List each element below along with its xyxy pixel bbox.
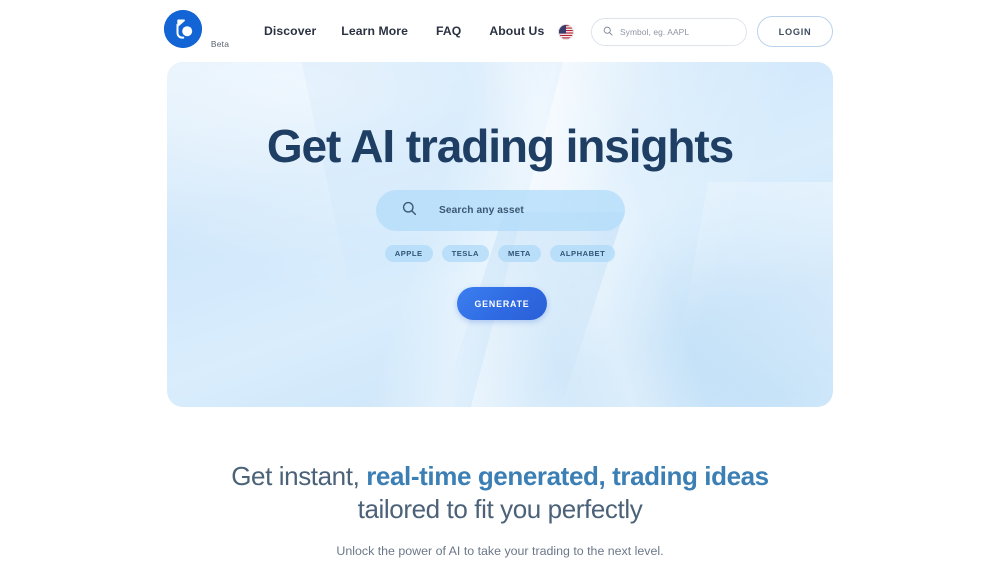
asset-chip-tesla[interactable]: TESLA (441, 245, 489, 262)
asset-chip-alphabet[interactable]: ALPHABET (549, 245, 616, 262)
section-heading: Get instant, real-time generated, tradin… (0, 460, 1000, 526)
suggested-assets: APPLE TESLA META ALPHABET (167, 245, 833, 262)
main-nav: Discover Learn More FAQ About Us (264, 24, 544, 38)
login-button[interactable]: LOGIN (757, 16, 833, 47)
search-icon (402, 201, 417, 221)
brand-logo[interactable]: Beta (164, 10, 234, 56)
circular-ring-logo-icon (164, 10, 202, 48)
value-prop-section: Get instant, real-time generated, tradin… (0, 460, 1000, 563)
section-heading-part1: Get instant, (231, 461, 367, 491)
section-heading-part2: tailored to fit you perfectly (357, 494, 643, 524)
asset-search-input[interactable]: Search any asset (376, 190, 625, 231)
asset-chip-apple[interactable]: APPLE (384, 245, 433, 262)
nav-item-about-us[interactable]: About Us (489, 24, 544, 38)
nav-item-discover[interactable]: Discover (264, 24, 316, 38)
asset-chip-meta[interactable]: META (497, 245, 541, 262)
beta-badge: Beta (210, 39, 230, 49)
hero-panel: Get AI trading insights Search any asset… (167, 62, 833, 407)
nav-item-learn-more[interactable]: Learn More (341, 24, 408, 38)
landing-page: Beta Discover Learn More FAQ About Us Sy… (0, 0, 1000, 563)
header-symbol-search[interactable]: Symbol, eg. AAPL (591, 18, 747, 46)
search-icon (603, 23, 613, 41)
asset-search-placeholder: Search any asset (439, 205, 524, 216)
generate-button[interactable]: GENERATE (457, 287, 547, 320)
nav-item-faq[interactable]: FAQ (436, 24, 461, 38)
site-header: Beta Discover Learn More FAQ About Us Sy… (0, 0, 1000, 62)
hero-title: Get AI trading insights (266, 120, 734, 172)
section-subtext: Unlock the power of AI to take your trad… (336, 544, 664, 558)
us-flag-icon[interactable] (558, 24, 574, 40)
section-heading-highlight: real-time generated, trading ideas (366, 461, 769, 491)
header-search-placeholder: Symbol, eg. AAPL (620, 27, 690, 37)
